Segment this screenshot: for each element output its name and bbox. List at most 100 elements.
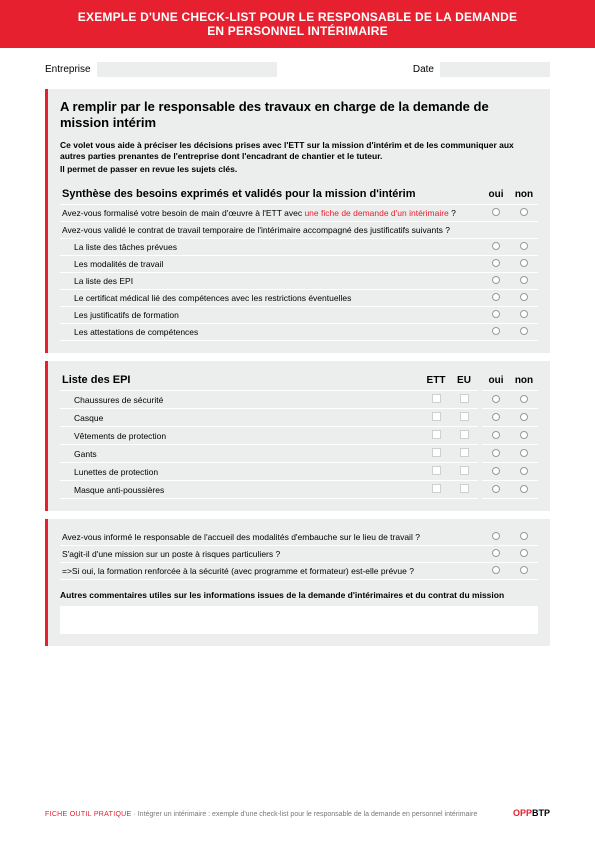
meta-row: Entreprise Date	[45, 62, 550, 77]
radio-oui[interactable]	[492, 395, 500, 403]
row-label: Lunettes de protection	[60, 463, 422, 481]
radio-non[interactable]	[520, 310, 528, 318]
check-eu[interactable]	[460, 448, 469, 457]
radio-oui[interactable]	[492, 259, 500, 267]
comments-label: Autres commentaires utiles sur les infor…	[60, 590, 538, 600]
radio-oui[interactable]	[492, 467, 500, 475]
comments-textarea[interactable]	[60, 606, 538, 634]
header-line2: EN PERSONNEL INTÉRIMAIRE	[40, 24, 555, 38]
check-ett[interactable]	[432, 412, 441, 421]
epi-heading: Liste des EPI	[60, 371, 422, 391]
row1-link[interactable]: une fiche de demande d'un intérimaire	[304, 208, 448, 218]
row1-text-b: ?	[449, 208, 456, 218]
radio-non[interactable]	[520, 327, 528, 335]
date-field[interactable]	[440, 62, 550, 77]
col-oui: oui	[482, 185, 510, 205]
page-header: EXEMPLE D'UNE CHECK-LIST POUR LE RESPONS…	[0, 0, 595, 48]
check-ett[interactable]	[432, 430, 441, 439]
radio-oui[interactable]	[492, 310, 500, 318]
table-row: Le certificat médical lié des compétence…	[60, 290, 538, 307]
check-ett[interactable]	[432, 466, 441, 475]
radio-oui[interactable]	[492, 485, 500, 493]
brand-opp: OPP	[513, 808, 532, 818]
row-label: S'agit-il d'une mission sur un poste à r…	[60, 546, 482, 563]
radio-oui[interactable]	[492, 449, 500, 457]
brand-logo: OPPBTP	[513, 808, 550, 818]
footer-prefix: FICHE OUTIL PRATIQUE	[45, 811, 132, 818]
table-row: La liste des EPI	[60, 273, 538, 290]
table-row: Avez-vous informé le responsable de l'ac…	[60, 529, 538, 546]
check-eu[interactable]	[460, 430, 469, 439]
entreprise-field[interactable]	[97, 62, 277, 77]
row-label: =>Si oui, la formation renforcée à la sé…	[60, 563, 482, 580]
row-label: Vêtements de protection	[60, 427, 422, 445]
row-label: Avez-vous informé le responsable de l'ac…	[60, 529, 482, 546]
radio-non[interactable]	[520, 549, 528, 557]
radio-oui[interactable]	[492, 431, 500, 439]
row1-text-a: Avez-vous formalisé votre besoin de main…	[62, 208, 304, 218]
synthese-table: Synthèse des besoins exprimés et validés…	[60, 185, 538, 341]
table-row: Les modalités de travail	[60, 256, 538, 273]
col-non: non	[510, 371, 538, 391]
row-label: La liste des tâches prévues	[60, 239, 482, 256]
radio-non[interactable]	[520, 467, 528, 475]
radio-oui[interactable]	[492, 532, 500, 540]
check-eu[interactable]	[460, 484, 469, 493]
radio-non[interactable]	[520, 293, 528, 301]
section1-intro1: Ce volet vous aide à préciser les décisi…	[60, 140, 538, 161]
row-label: Le certificat médical lié des compétence…	[60, 290, 482, 307]
radio-non[interactable]	[520, 532, 528, 540]
section1-intro2: Il permet de passer en revue les sujets …	[60, 164, 538, 175]
radio-oui[interactable]	[492, 293, 500, 301]
table-row: S'agit-il d'une mission sur un poste à r…	[60, 546, 538, 563]
epi-table: Liste des EPI ETT EU oui non Chaussures …	[60, 371, 538, 499]
radio-oui[interactable]	[492, 413, 500, 421]
radio-non[interactable]	[520, 413, 528, 421]
radio-non[interactable]	[520, 449, 528, 457]
radio-oui[interactable]	[492, 327, 500, 335]
table-row: Masque anti-poussières	[60, 481, 538, 499]
row-label: La liste des EPI	[60, 273, 482, 290]
check-ett[interactable]	[432, 394, 441, 403]
radio-non[interactable]	[520, 259, 528, 267]
radio-oui[interactable]	[492, 566, 500, 574]
check-ett[interactable]	[432, 484, 441, 493]
check-ett[interactable]	[432, 448, 441, 457]
col-eu: EU	[450, 371, 478, 391]
table-row: Vêtements de protection	[60, 427, 538, 445]
radio-non[interactable]	[520, 566, 528, 574]
radio-non[interactable]	[520, 395, 528, 403]
col-oui: oui	[482, 371, 510, 391]
check-eu[interactable]	[460, 412, 469, 421]
check-eu[interactable]	[460, 466, 469, 475]
footer-text: · Intégrer un intérimaire : exemple d'un…	[132, 811, 478, 818]
row-label: Chaussures de sécurité	[60, 391, 422, 409]
table-row: =>Si oui, la formation renforcée à la sé…	[60, 563, 538, 580]
table-row: Gants	[60, 445, 538, 463]
section-followup: Avez-vous informé le responsable de l'ac…	[45, 519, 550, 646]
row-label: Casque	[60, 409, 422, 427]
table-row: Casque	[60, 409, 538, 427]
row-label: Les attestations de compétences	[60, 324, 482, 341]
page-footer: FICHE OUTIL PRATIQUE · Intégrer un intér…	[45, 808, 550, 818]
radio-non[interactable]	[520, 485, 528, 493]
radio-non[interactable]	[520, 431, 528, 439]
synthese-heading: Synthèse des besoins exprimés et validés…	[60, 185, 482, 205]
radio-non[interactable]	[520, 242, 528, 250]
header-line1: EXEMPLE D'UNE CHECK-LIST POUR LE RESPONS…	[40, 10, 555, 24]
radio-oui[interactable]	[492, 208, 500, 216]
check-eu[interactable]	[460, 394, 469, 403]
section-synthese: A remplir par le responsable des travaux…	[45, 89, 550, 353]
section1-title: A remplir par le responsable des travaux…	[60, 99, 538, 130]
row-label: Les justificatifs de formation	[60, 307, 482, 324]
table-row: La liste des tâches prévues	[60, 239, 538, 256]
table-row: Les attestations de compétences	[60, 324, 538, 341]
radio-non[interactable]	[520, 208, 528, 216]
radio-oui[interactable]	[492, 549, 500, 557]
radio-oui[interactable]	[492, 242, 500, 250]
row-label: Les modalités de travail	[60, 256, 482, 273]
radio-non[interactable]	[520, 276, 528, 284]
row-label: Gants	[60, 445, 422, 463]
radio-oui[interactable]	[492, 276, 500, 284]
followup-table: Avez-vous informé le responsable de l'ac…	[60, 529, 538, 580]
